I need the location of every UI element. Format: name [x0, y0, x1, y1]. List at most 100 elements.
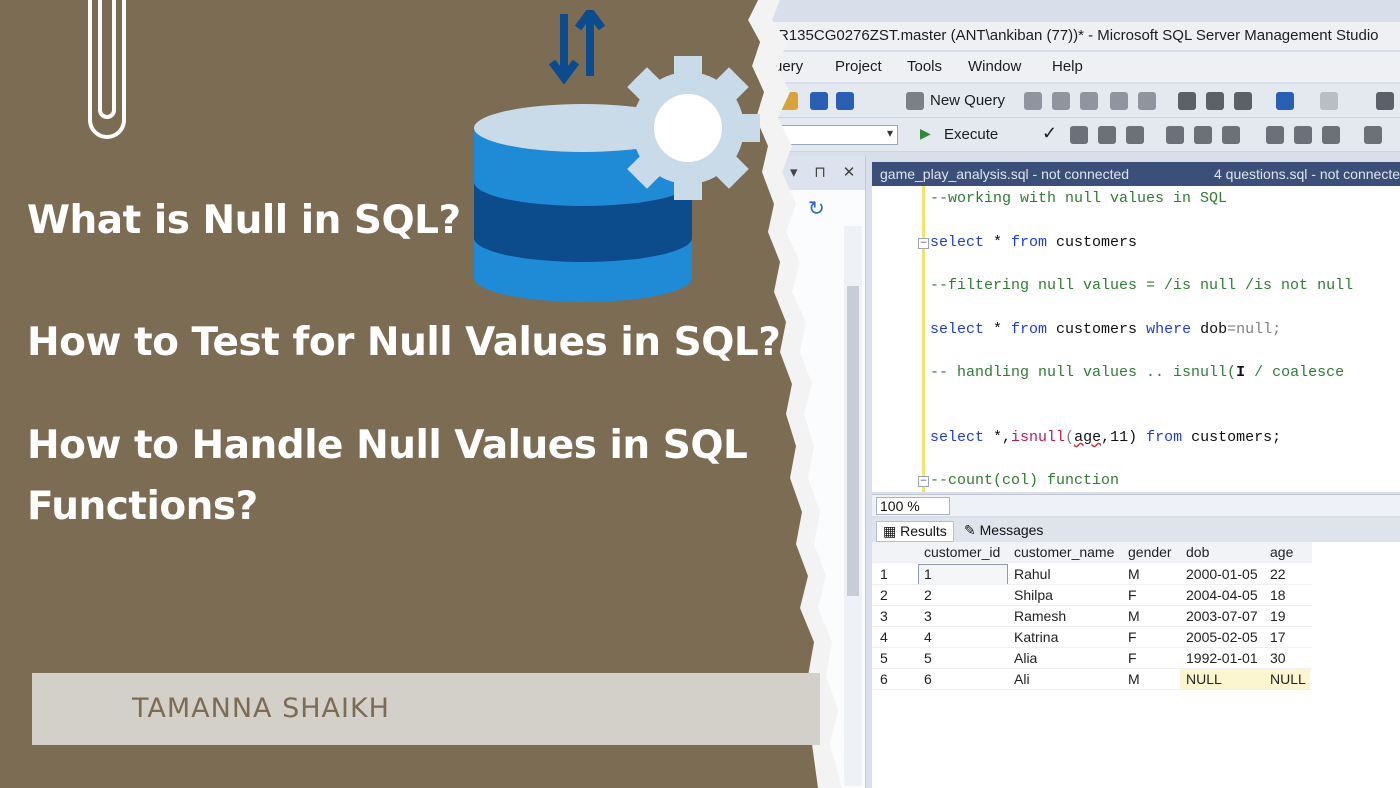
panel-scrollbar[interactable] — [844, 226, 862, 786]
fold-toggle[interactable]: − — [918, 476, 929, 487]
db-query-icon[interactable] — [1024, 92, 1042, 110]
table-cell[interactable]: 2003-07-07 — [1186, 606, 1258, 627]
menu-query[interactable]: uery — [774, 58, 803, 75]
db-query-icon[interactable] — [1110, 92, 1128, 110]
toolbar-icon[interactable] — [1070, 126, 1088, 144]
table-row[interactable]: 5 5 Alia F 1992-01-01 30 — [872, 648, 1312, 669]
save-icon[interactable] — [810, 92, 828, 110]
toolbar-icon[interactable] — [1126, 126, 1144, 144]
table-cell[interactable]: 5 — [924, 648, 932, 669]
parse-check-icon[interactable]: ✓ — [1042, 123, 1057, 144]
window-title: R135CG0276ZST.master (ANT\ankiban (77))*… — [760, 22, 1400, 50]
results-tabs: ▦ Results ✎ Messages — [872, 518, 1400, 542]
table-cell[interactable]: NULL — [1270, 669, 1306, 690]
execute-icon[interactable]: ▶ — [920, 125, 931, 142]
zoom-select[interactable]: 100 % — [876, 497, 950, 515]
new-query-button[interactable]: New Query — [930, 92, 1005, 109]
table-cell[interactable]: 6 — [924, 669, 932, 690]
toolbar-icon[interactable] — [1194, 126, 1212, 144]
redo-icon[interactable] — [1320, 92, 1338, 110]
menu-tools[interactable]: Tools — [907, 58, 942, 75]
results-grid[interactable]: customer_id customer_name gender dob age… — [872, 542, 1400, 788]
table-cell[interactable]: Ali — [1014, 669, 1030, 690]
table-row[interactable]: 3 3 Ramesh M 2003-07-07 19 — [872, 606, 1312, 627]
toolbar-icon[interactable] — [1166, 126, 1184, 144]
row-number: 4 — [880, 629, 888, 645]
author-name: TAMANNA SHAIKH — [132, 693, 390, 724]
menu-window[interactable]: Window — [968, 58, 1021, 75]
table-cell[interactable]: F — [1128, 585, 1137, 606]
code-line-1: --working with null values in SQL — [930, 190, 1228, 207]
paperclip-icon — [88, 0, 126, 139]
table-cell[interactable]: 17 — [1270, 627, 1286, 648]
table-cell[interactable]: F — [1128, 627, 1137, 648]
table-cell[interactable]: NULL — [1186, 669, 1222, 690]
sql-editor-toolbar: ▶ Execute ✓ — [760, 118, 1400, 152]
column-header: age — [1270, 544, 1294, 560]
table-cell[interactable]: Ramesh — [1014, 606, 1066, 627]
database-select[interactable] — [774, 125, 898, 145]
row-number: 6 — [880, 671, 888, 687]
refresh-icon[interactable]: ↻ — [808, 196, 825, 220]
open-icon[interactable] — [780, 92, 798, 110]
table-cell[interactable]: 19 — [1270, 606, 1286, 627]
column-header: customer_name — [1014, 544, 1115, 560]
table-row[interactable]: 6 6 Ali M NULL NULL — [872, 669, 1312, 690]
cut-icon[interactable] — [1178, 92, 1196, 110]
db-query-icon[interactable] — [1080, 92, 1098, 110]
table-cell[interactable]: Rahul — [1014, 564, 1051, 585]
db-query-icon[interactable] — [1052, 92, 1070, 110]
heading-what-is-null: What is Null in SQL? — [27, 198, 461, 243]
table-cell[interactable]: 22 — [1270, 564, 1286, 585]
toolbar-icon[interactable] — [1364, 126, 1382, 144]
table-cell[interactable]: 3 — [924, 606, 932, 627]
new-query-icon[interactable] — [906, 92, 924, 110]
save-all-icon[interactable] — [836, 92, 854, 110]
row-number: 5 — [880, 650, 888, 666]
table-cell[interactable]: M — [1128, 606, 1140, 627]
sync-arrows-icon — [548, 10, 606, 85]
tab-messages[interactable]: ✎ Messages — [958, 521, 1049, 540]
table-cell[interactable]: 1 — [924, 564, 932, 585]
table-cell[interactable]: 4 — [924, 627, 932, 648]
toolbar-icon[interactable] — [1294, 126, 1312, 144]
zoom-bar: 100 % — [872, 494, 1400, 516]
table-row[interactable]: 1 1 Rahul M 2000-01-05 22 — [872, 564, 1312, 585]
table-cell[interactable]: 30 — [1270, 648, 1286, 669]
code-line-7: --count(col) function — [930, 472, 1120, 489]
fold-toggle[interactable]: − — [918, 238, 929, 249]
table-cell[interactable]: F — [1128, 648, 1137, 669]
code-line-3: --filtering null values = /is null /is n… — [930, 277, 1354, 294]
menu-help[interactable]: Help — [1052, 58, 1083, 75]
table-row[interactable]: 2 2 Shilpa F 2004-04-05 18 — [872, 585, 1312, 606]
execute-button[interactable]: Execute — [944, 126, 998, 143]
table-cell[interactable]: 2005-02-05 — [1186, 627, 1258, 648]
standard-toolbar: New Query — [760, 84, 1400, 118]
row-number: 2 — [880, 587, 888, 603]
query-editor[interactable]: --working with null values in SQL − sele… — [872, 186, 1400, 492]
toolbar-icon[interactable] — [1266, 126, 1284, 144]
tab-results[interactable]: ▦ Results — [876, 521, 954, 542]
table-cell[interactable]: 1992-01-01 — [1186, 648, 1258, 669]
undo-icon[interactable] — [1276, 92, 1294, 110]
menu-project[interactable]: Project — [835, 58, 882, 75]
tab-4-questions[interactable]: 4 questions.sql - not connected — [1214, 166, 1400, 182]
table-cell[interactable]: 18 — [1270, 585, 1286, 606]
toolbar-icon[interactable] — [1222, 126, 1240, 144]
table-row[interactable]: 4 4 Katrina F 2005-02-05 17 — [872, 627, 1312, 648]
table-cell[interactable]: 2 — [924, 585, 932, 606]
db-query-icon[interactable] — [1138, 92, 1156, 110]
table-cell[interactable]: Alia — [1014, 648, 1037, 669]
toolbar-icon[interactable] — [1322, 126, 1340, 144]
table-cell[interactable]: 2000-01-05 — [1186, 564, 1258, 585]
table-cell[interactable]: 2004-04-05 — [1186, 585, 1258, 606]
paste-icon[interactable] — [1234, 92, 1252, 110]
tab-game-play-analysis[interactable]: game_play_analysis.sql - not connected — [880, 166, 1129, 182]
copy-icon[interactable] — [1206, 92, 1224, 110]
toolbar-icon[interactable] — [1098, 126, 1116, 144]
table-cell[interactable]: Shilpa — [1014, 585, 1053, 606]
table-cell[interactable]: M — [1128, 669, 1140, 690]
toolbar-icon[interactable] — [1376, 92, 1394, 110]
table-cell[interactable]: M — [1128, 564, 1140, 585]
table-cell[interactable]: Katrina — [1014, 627, 1058, 648]
